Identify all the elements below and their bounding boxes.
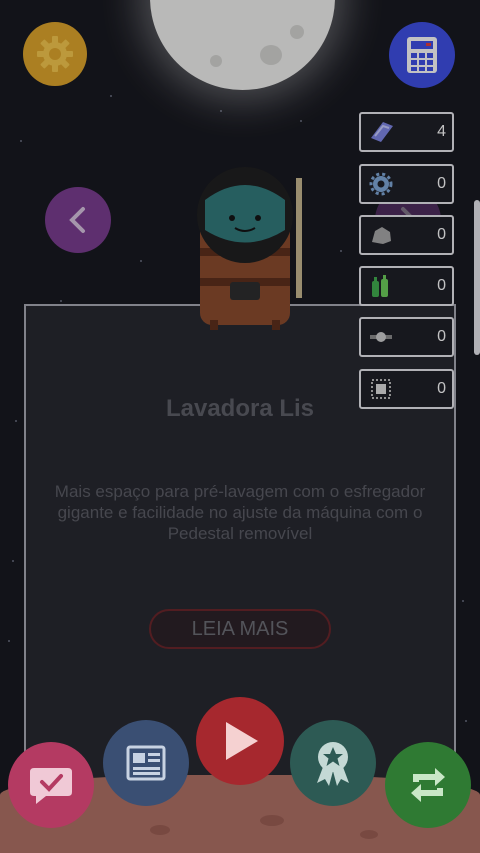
chevron-left-icon: [69, 207, 85, 233]
resource-crystal: 4: [359, 112, 454, 152]
award-icon: [317, 742, 349, 786]
play-icon: [226, 722, 258, 760]
resource-rock: 0: [359, 215, 454, 255]
resource-bottles: 0: [359, 266, 454, 306]
resource-bolt: 0: [359, 317, 454, 357]
chip-icon: [367, 375, 395, 403]
news-button[interactable]: [103, 720, 189, 806]
calculator-icon: [407, 37, 437, 73]
rock-icon: [367, 221, 395, 249]
astronaut-washer-character: [197, 167, 302, 330]
chat-check-icon: [30, 768, 72, 804]
crystal-icon: [367, 118, 395, 146]
chat-button[interactable]: [8, 742, 94, 828]
read-more-button[interactable]: LEIA MAIS: [149, 609, 331, 649]
gear-icon: [367, 170, 395, 198]
gear-icon: [37, 36, 73, 72]
previous-item-button[interactable]: [45, 187, 111, 253]
bolt-icon: [367, 323, 395, 351]
resource-chip: 0: [359, 369, 454, 409]
scrollbar[interactable]: [474, 200, 480, 355]
calculator-button[interactable]: [389, 22, 455, 88]
exchange-icon: [411, 768, 445, 802]
settings-button[interactable]: [23, 22, 87, 86]
achievements-button[interactable]: [290, 720, 376, 806]
newspaper-icon: [126, 745, 166, 781]
bottles-icon: [367, 272, 395, 300]
item-description: Mais espaço para pré-lavagem com o esfre…: [54, 482, 426, 543]
exchange-button[interactable]: [385, 742, 471, 828]
resource-gear: 0: [359, 164, 454, 204]
play-button[interactable]: [196, 697, 284, 785]
